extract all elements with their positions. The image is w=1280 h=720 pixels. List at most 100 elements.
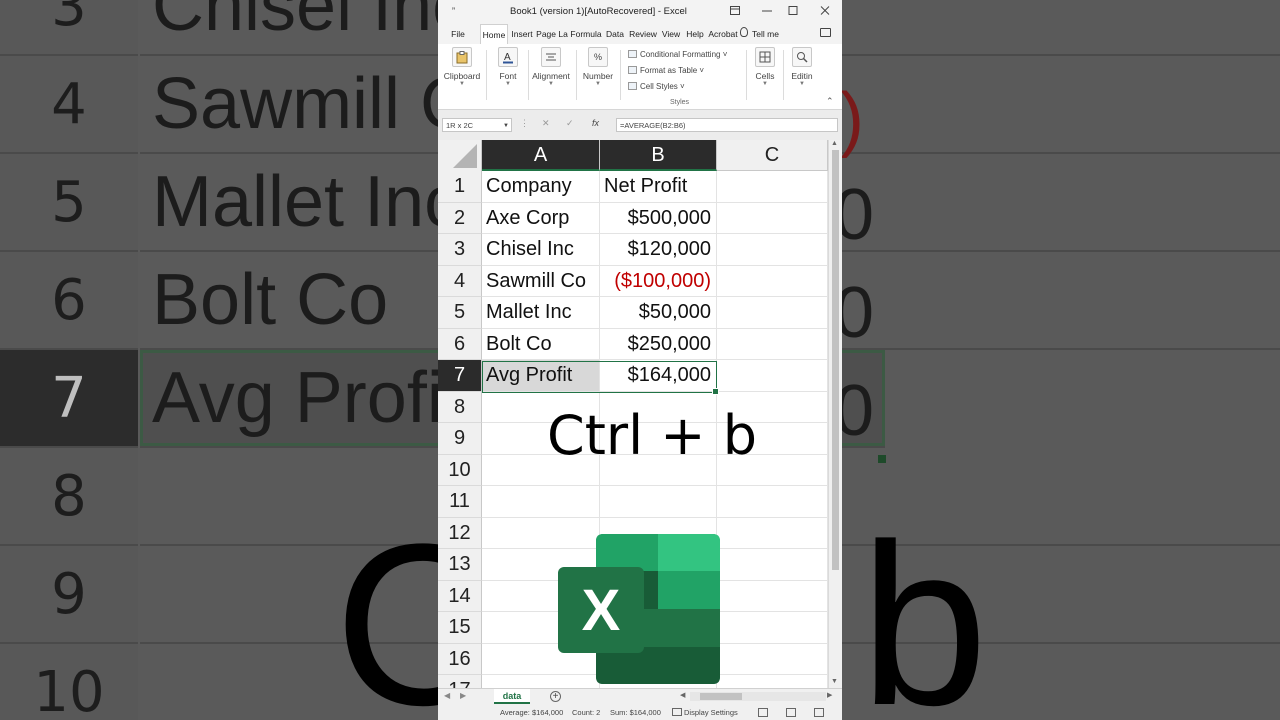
row-header[interactable]: 9 (438, 423, 482, 455)
row-header[interactable]: 12 (438, 517, 482, 549)
column-header-b[interactable]: B (600, 140, 717, 171)
cell-c[interactable] (717, 612, 828, 644)
tell-me-search[interactable]: Tell me (752, 24, 779, 44)
cancel-icon[interactable]: ✕ (542, 118, 550, 129)
format-as-table-button[interactable]: Format as Table ˅ (628, 66, 704, 75)
font-group[interactable]: A Font ▼ (490, 47, 526, 103)
cell-b[interactable]: $250,000 (600, 328, 717, 360)
cell-b[interactable]: ($100,000) (600, 265, 717, 297)
cells-group[interactable]: Cells ▼ (750, 47, 780, 103)
sheet-next-icon[interactable]: ▶ (460, 691, 466, 700)
comments-icon[interactable] (820, 28, 831, 37)
maximize-button[interactable] (782, 4, 804, 20)
name-box[interactable]: 1R x 2C ▼ (442, 118, 512, 132)
row-header[interactable]: 11 (438, 486, 482, 518)
row-header[interactable]: 2 (438, 202, 482, 234)
cell-c[interactable] (717, 171, 828, 203)
tab-file[interactable]: File (446, 24, 470, 44)
tab-home[interactable]: Home (480, 24, 508, 44)
tab-review[interactable]: Review (628, 24, 658, 44)
row-header[interactable]: 10 (438, 454, 482, 486)
select-all-button[interactable] (438, 140, 482, 171)
font-color-icon: A (498, 47, 518, 67)
cell-b[interactable]: Net Profit (600, 171, 717, 203)
cell-c[interactable] (717, 265, 828, 297)
cell-a[interactable]: Company (482, 171, 600, 203)
row-header[interactable]: 15 (438, 612, 482, 644)
minimize-button[interactable] (756, 4, 778, 20)
background-row-headers: 3 4 5 6 7 8 9 10 (0, 0, 138, 720)
clipboard-group[interactable]: Clipboard ▼ (442, 47, 482, 103)
row-header[interactable]: 6 (438, 328, 482, 360)
tab-insert[interactable]: Insert (510, 24, 534, 44)
row-header[interactable]: 8 (438, 391, 482, 423)
cell-a[interactable]: Bolt Co (482, 328, 600, 360)
cell-b[interactable]: $120,000 (600, 234, 717, 266)
row-header[interactable]: 3 (438, 234, 482, 266)
display-settings-button[interactable]: Display Settings (684, 708, 738, 717)
row-header[interactable]: 4 (438, 265, 482, 297)
sheet-prev-icon[interactable]: ◀ (444, 691, 450, 700)
cell-c[interactable] (717, 234, 828, 266)
insert-function-icon[interactable]: fx (592, 118, 599, 128)
row-header[interactable]: 5 (438, 297, 482, 329)
row-header[interactable]: 16 (438, 643, 482, 675)
editing-group[interactable]: Editin ▼ (786, 47, 818, 103)
horizontal-scrollbar[interactable]: ◀ ▶ (680, 692, 832, 701)
row-header[interactable]: 14 (438, 580, 482, 612)
row-header[interactable]: 7 (438, 360, 482, 392)
vertical-scroll-thumb[interactable] (832, 150, 839, 570)
cell-b[interactable]: $164,000 (600, 360, 717, 392)
cell-c[interactable] (717, 486, 828, 518)
row-header[interactable]: 13 (438, 549, 482, 581)
ribbon-display-icon[interactable] (724, 4, 746, 20)
add-sheet-button[interactable]: + (550, 691, 561, 702)
formula-input[interactable]: =AVERAGE(B2:B6) (616, 118, 838, 132)
column-header-a[interactable]: A (482, 140, 600, 171)
quick-access-toolbar[interactable]: ” (452, 6, 455, 16)
cell-a[interactable]: Avg Profit (482, 360, 600, 392)
alignment-group[interactable]: Alignment ▼ (530, 47, 572, 103)
collapse-ribbon-icon[interactable]: ⌃ (826, 96, 834, 107)
scroll-right-icon[interactable]: ▶ (827, 691, 832, 699)
tab-acrobat[interactable]: Acrobat (708, 24, 738, 44)
normal-view-icon[interactable] (758, 708, 768, 717)
page-break-view-icon[interactable] (814, 708, 824, 717)
cell-b[interactable]: $50,000 (600, 297, 717, 329)
cell-a[interactable]: Mallet Inc (482, 297, 600, 329)
cell-a[interactable] (482, 486, 600, 518)
cell-c[interactable] (717, 202, 828, 234)
horizontal-scroll-thumb[interactable] (700, 693, 742, 700)
sheet-tab-data[interactable]: data (494, 689, 530, 704)
confirm-icon[interactable]: ✓ (566, 118, 574, 129)
tab-formulas[interactable]: Formula (570, 24, 602, 44)
column-header-c[interactable]: C (717, 140, 828, 171)
table-row: 7 Avg Profit $164,000 (438, 360, 828, 392)
tab-view[interactable]: View (660, 24, 682, 44)
cell-c[interactable] (717, 549, 828, 581)
cell-c[interactable] (717, 360, 828, 392)
tab-data[interactable]: Data (604, 24, 626, 44)
scroll-down-icon[interactable]: ▼ (831, 678, 838, 685)
close-button[interactable] (814, 4, 836, 20)
scroll-up-icon[interactable]: ▲ (831, 140, 838, 147)
cell-b[interactable]: $500,000 (600, 202, 717, 234)
cell-b[interactable] (600, 486, 717, 518)
scroll-left-icon[interactable]: ◀ (680, 691, 685, 699)
tab-page-layout[interactable]: Page La (536, 24, 568, 44)
page-layout-view-icon[interactable] (786, 708, 796, 717)
cell-styles-button[interactable]: Cell Styles ˅ (628, 82, 685, 91)
cell-a[interactable]: Sawmill Co (482, 265, 600, 297)
cell-c[interactable] (717, 580, 828, 612)
cell-a[interactable]: Chisel Inc (482, 234, 600, 266)
cell-a[interactable]: Axe Corp (482, 202, 600, 234)
row-header[interactable]: 1 (438, 171, 482, 203)
vertical-scrollbar[interactable]: ▲ ▼ (828, 140, 842, 688)
cell-c[interactable] (717, 643, 828, 675)
conditional-formatting-button[interactable]: Conditional Formatting ˅ (628, 50, 727, 59)
number-group[interactable]: % Number ▼ (580, 47, 616, 103)
cell-c[interactable] (717, 297, 828, 329)
cell-c[interactable] (717, 517, 828, 549)
tab-help[interactable]: Help (684, 24, 706, 44)
cell-c[interactable] (717, 328, 828, 360)
